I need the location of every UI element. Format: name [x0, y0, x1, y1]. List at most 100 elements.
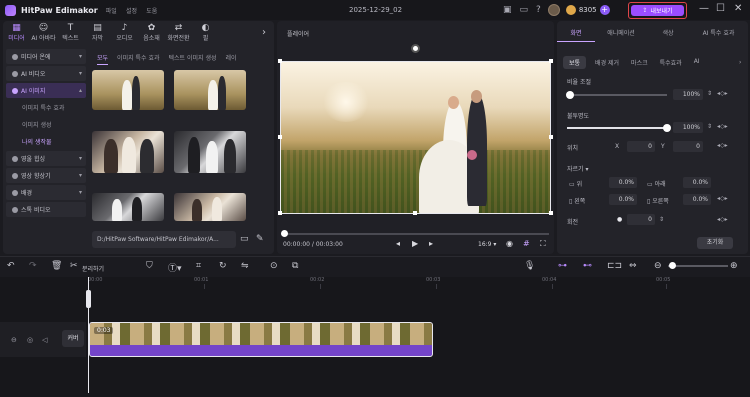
split-label[interactable]: 분리하기 [82, 264, 104, 273]
opacity-slider[interactable] [567, 124, 671, 132]
track-visibility-icon[interactable]: ◎ [27, 336, 33, 344]
avatar[interactable] [547, 4, 560, 16]
zoom-slider-knob[interactable] [669, 262, 676, 269]
maximize-icon[interactable]: ☐ [716, 3, 725, 14]
sidebar-item-ai-video[interactable]: AI 비디오 ▾ [6, 66, 86, 81]
rotate-icon[interactable]: ↻ [219, 261, 227, 271]
category-text[interactable]: T 텍스트 [57, 23, 84, 45]
folder-path-field[interactable]: D:/HitPaw Software/HitPaw Edimakor/A... [92, 231, 236, 248]
media-thumbnail[interactable] [92, 131, 164, 173]
feedback-icon[interactable]: ▭ [520, 5, 529, 16]
tab-all[interactable]: 모두 [97, 53, 109, 65]
sidebar-item-ai-image[interactable]: AI 이미지 ▴ [6, 83, 86, 98]
keyframe-icon[interactable]: ◂◇▸ [717, 195, 728, 202]
playhead-handle[interactable] [86, 290, 91, 308]
category-ai-avatar[interactable]: ☺ AI 아바타 [30, 23, 57, 45]
fullscreen-icon[interactable]: ⛶ [540, 239, 546, 249]
fit-icon[interactable]: ⇔ [629, 261, 637, 271]
shield-icon[interactable]: ⛉ [146, 261, 153, 271]
subtab-remove-bg[interactable]: 배경 제거 [592, 56, 622, 69]
redo-icon[interactable]: ↷ [29, 261, 37, 271]
project-name[interactable]: 2025-12-29_02 [349, 6, 402, 14]
sidebar-item-enhancer[interactable]: 영상 향상기 ▾ [6, 168, 86, 183]
scale-stepper-icon[interactable]: ⇕ [707, 90, 712, 97]
track-lock-icon[interactable]: ⊖ [11, 336, 17, 344]
menu-file[interactable]: 파일 [106, 8, 117, 15]
rotate-value-field[interactable]: 0 [627, 214, 655, 225]
category-sticker[interactable]: ✿ 음소재 [138, 23, 165, 45]
crop-left-field[interactable]: 0.0% [609, 194, 637, 205]
media-thumbnail[interactable] [174, 70, 246, 110]
split-icon[interactable]: ✂ [70, 261, 78, 271]
subtab-effects[interactable]: 특수효과 [657, 56, 685, 69]
zoom-in-icon[interactable]: ⊕ [730, 261, 738, 271]
resize-handle[interactable] [549, 135, 553, 139]
tab-animation[interactable]: 애니메이션 [595, 28, 647, 42]
tab-color[interactable]: 색상 [647, 28, 689, 42]
x-value-field[interactable]: 0 [627, 141, 655, 152]
subtab-ai[interactable]: AI [691, 56, 703, 69]
snapshot-icon[interactable]: ◉ [506, 239, 513, 248]
rotate-handle[interactable] [411, 44, 420, 53]
grid-icon[interactable]: # [523, 239, 530, 248]
snap-icon[interactable]: ⊏⊐ [607, 261, 622, 271]
scale-slider-knob[interactable] [566, 91, 574, 99]
sidebar-sub-image-effects[interactable]: 이미지 특수 효과 [6, 100, 86, 115]
crop-icon[interactable]: ⌗ [196, 261, 201, 271]
tab-image-effects[interactable]: 이미지 특수 효과 [117, 53, 159, 65]
resize-handle[interactable] [278, 135, 282, 139]
resize-handle[interactable] [549, 59, 553, 63]
sidebar-item-media-online[interactable]: 미디어 온에 ▾ [6, 49, 86, 64]
y-value-field[interactable]: 0 [673, 141, 703, 152]
media-thumbnail[interactable] [174, 193, 246, 221]
crop-bottom-field[interactable]: 0.0% [683, 177, 711, 188]
keyframe-icon[interactable]: ◂◇▸ [717, 123, 728, 130]
media-thumbnail[interactable] [174, 131, 246, 173]
category-subtitle[interactable]: ▤ 자막 [84, 23, 111, 45]
sidebar-item-background[interactable]: 배경 ▾ [6, 185, 86, 200]
scrubber-knob[interactable] [281, 230, 288, 237]
cover-button[interactable]: 커버 [62, 330, 84, 347]
keyframe-icon[interactable]: ◂◇▸ [717, 216, 728, 223]
rotate-dial-icon[interactable]: ● [617, 216, 622, 223]
help-icon[interactable]: ? [536, 5, 541, 16]
menu-settings[interactable]: 설정 [126, 8, 137, 15]
keyframe-icon[interactable]: ◂◇▸ [717, 90, 728, 97]
tab-ai-effects[interactable]: AI 특수 효과 [689, 28, 748, 42]
export-button[interactable]: ⇪ 내보내기 [631, 5, 684, 16]
opacity-slider-knob[interactable] [663, 124, 671, 132]
next-frame-icon[interactable]: ▸ [429, 239, 433, 248]
opacity-stepper-icon[interactable]: ⇕ [707, 123, 712, 130]
sidebar-item-stock-video[interactable]: 스톡 비디오 [6, 202, 86, 217]
close-icon[interactable]: ✕ [734, 3, 742, 14]
subtab-normal[interactable]: 보통 [563, 56, 587, 69]
reset-button[interactable]: 초기화 [697, 237, 733, 249]
tab-screen[interactable]: 화면 [557, 28, 595, 42]
preview-canvas[interactable] [280, 61, 551, 214]
crop-top-field[interactable]: 0.0% [609, 177, 637, 188]
playback-scrubber[interactable] [281, 233, 549, 235]
crop-right-field[interactable]: 0.0% [683, 194, 711, 205]
sidebar-item-shorts[interactable]: 영울 힙싱 ▾ [6, 151, 86, 166]
media-thumbnail[interactable] [92, 193, 164, 221]
category-filter[interactable]: ◐ 필 [192, 23, 219, 45]
play-icon[interactable]: ▶ [412, 239, 418, 248]
menu-help[interactable]: 도움 [146, 8, 157, 15]
layout-icon[interactable]: ▣ [503, 5, 512, 16]
resize-handle[interactable] [278, 211, 282, 215]
category-transition[interactable]: ⇄ 화면전환 [165, 23, 192, 45]
edit-icon[interactable]: ✎ [256, 234, 264, 244]
microphone-icon[interactable]: 🎙 [524, 261, 535, 271]
crop-label[interactable]: 자르기 ▾ [567, 164, 588, 173]
magnet-icon[interactable]: ⊷ [583, 261, 592, 271]
freeze-icon[interactable]: ⧉ [292, 261, 298, 271]
link-icon[interactable]: ⊶ [558, 261, 567, 271]
chevron-right-icon[interactable]: › [262, 27, 266, 38]
tab-text-to-image[interactable]: 텍스트 이미지 생성 [169, 53, 217, 65]
scale-slider[interactable] [566, 91, 667, 99]
rotate-stepper-icon[interactable]: ⇕ [659, 216, 664, 223]
delete-icon[interactable]: 🗑 [51, 261, 62, 271]
resize-handle[interactable] [413, 211, 417, 215]
media-thumbnail[interactable] [92, 70, 164, 110]
time-ruler[interactable]: 00:00 00:01 00:02 00:03 00:04 00:05 [88, 277, 750, 289]
